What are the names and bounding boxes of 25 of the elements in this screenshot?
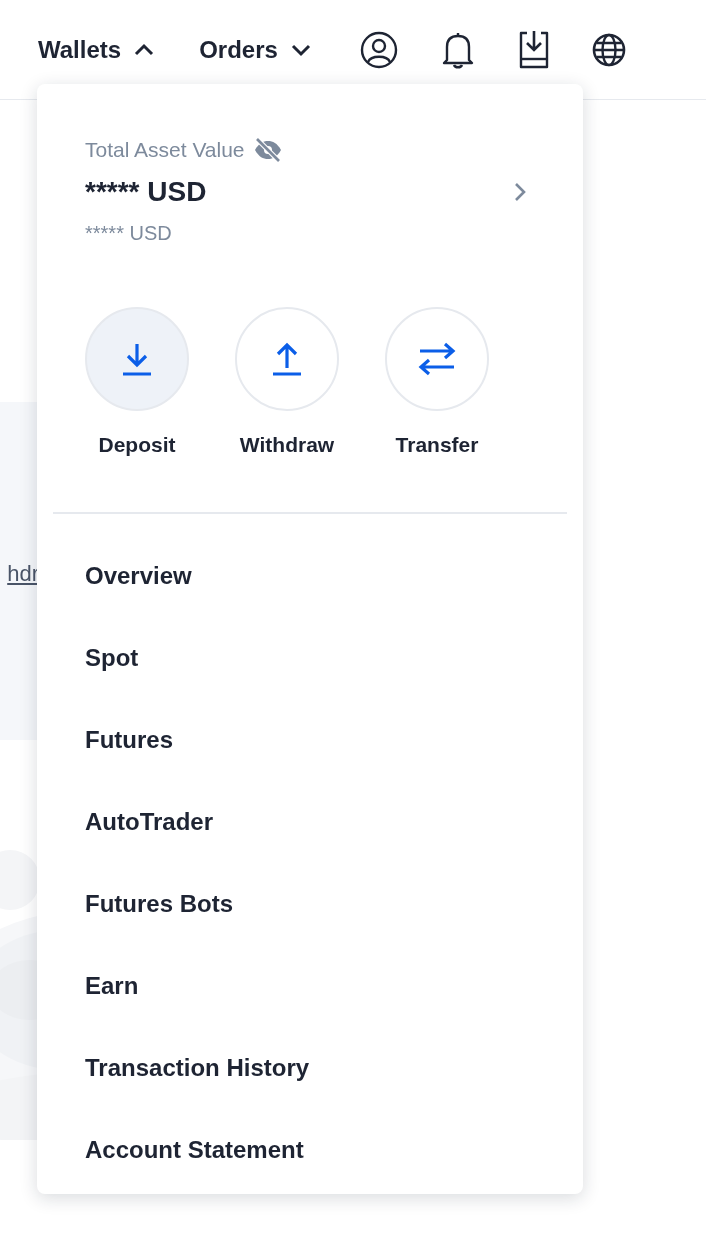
action-button[interactable]: Deposit [85, 307, 189, 457]
download-icon[interactable] [517, 29, 550, 70]
link[interactable]: hdr [7, 560, 39, 587]
action-button[interactable]: Withdraw [235, 307, 339, 457]
nav-menu-button[interactable]: Wallets [38, 35, 156, 64]
caret-icon [133, 42, 156, 57]
total-asset-label: Total Asset Value [85, 138, 245, 162]
menu-item[interactable]: AutoTrader [85, 803, 213, 841]
balance-value: ***** USD [85, 176, 207, 208]
menu-item[interactable]: Futures Bots [85, 885, 233, 923]
balance-secondary: ***** USD [85, 222, 173, 245]
nav-menu-button[interactable]: Orders [199, 35, 312, 64]
menu-item[interactable]: Earn [85, 967, 139, 1005]
user-icon[interactable] [359, 30, 398, 69]
action-button[interactable]: Transfer [385, 307, 489, 457]
globe-icon[interactable] [591, 32, 626, 67]
caret-icon [289, 42, 312, 57]
menu-item[interactable]: Overview [85, 557, 192, 595]
swap-arrows-icon [416, 341, 458, 377]
menu-item[interactable]: Account Statement [85, 1131, 304, 1169]
menu-item[interactable]: Futures [85, 721, 173, 759]
eye-slash-icon[interactable] [252, 138, 283, 162]
chevron-right-icon[interactable] [513, 181, 527, 203]
menu-item[interactable]: Spot [85, 639, 139, 677]
menu-item[interactable]: Transaction History [85, 1049, 310, 1087]
